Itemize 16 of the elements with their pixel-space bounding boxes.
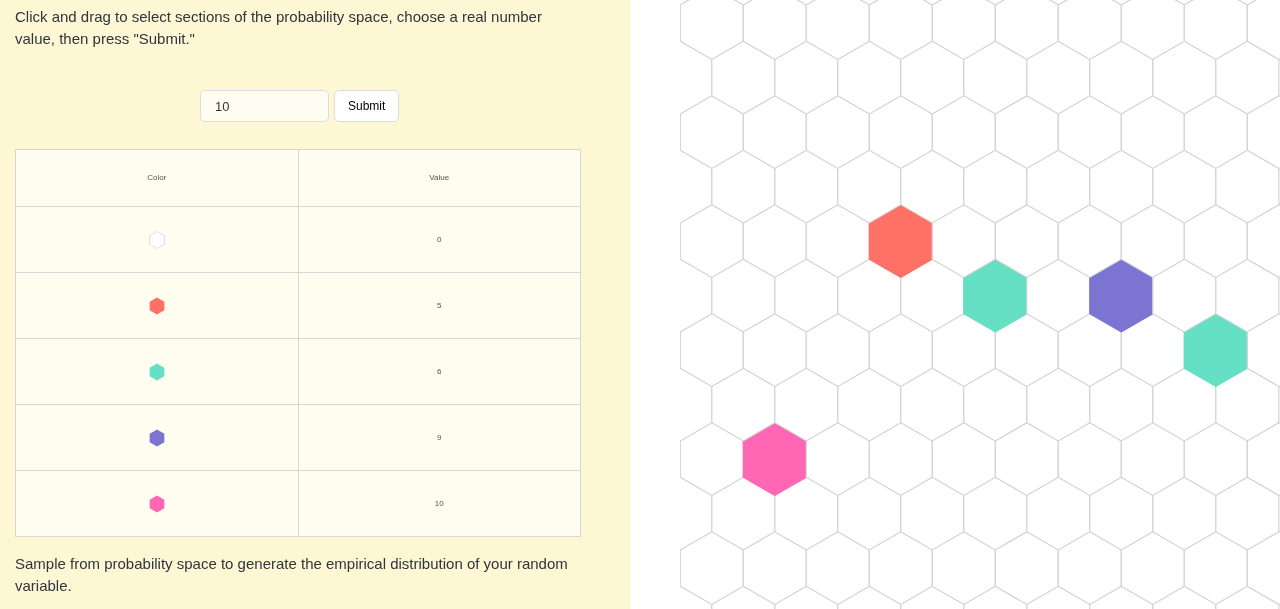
hex-cell[interactable] <box>868 203 933 279</box>
hex-cell[interactable] <box>742 421 807 497</box>
value-cell: 10 <box>298 470 581 537</box>
instructions-text: Click and drag to select sections of the probability space, choose a real number value, then press "Submit." <box>15 7 543 49</box>
value-cell: 5 <box>298 272 581 339</box>
footer-text: Sample from probability space to generate the empirical distribution of your random variable. <box>15 554 569 596</box>
column-header: Value <box>298 149 581 207</box>
hex-cell[interactable] <box>1183 312 1248 388</box>
submit-button[interactable]: Submit <box>334 90 400 122</box>
value-cell: 9 <box>298 404 581 471</box>
hex-cell[interactable] <box>1089 258 1154 333</box>
column-header: Color <box>15 149 298 207</box>
value-cell: 6 <box>298 338 581 405</box>
value-field[interactable]: 10 <box>200 90 329 122</box>
hex-cell[interactable] <box>963 258 1028 333</box>
value-cell: 0 <box>298 206 581 273</box>
